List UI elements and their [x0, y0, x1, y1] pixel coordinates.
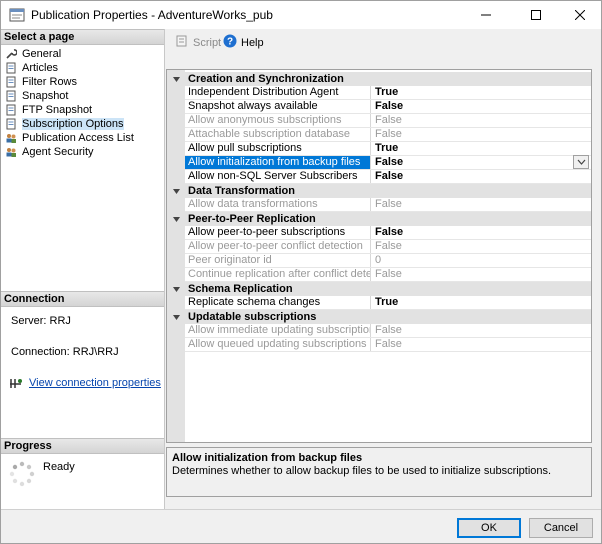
grid-gutter — [167, 70, 185, 442]
close-button[interactable] — [557, 1, 602, 29]
page-icon — [4, 76, 18, 88]
property-row: Allow immediate updating subscriptions F… — [185, 324, 591, 338]
page-item-label: Filter Rows — [22, 76, 78, 88]
minimize-button[interactable] — [463, 1, 509, 29]
collapse-icon[interactable] — [172, 285, 181, 294]
property-row: Allow data transformations False — [185, 198, 591, 212]
select-page-header: Select a page — [1, 29, 164, 45]
property-row: Allow queued updating subscriptions Fals… — [185, 338, 591, 352]
script-label: Script — [193, 36, 222, 49]
close-icon — [575, 10, 585, 20]
progress-spinner-icon — [9, 461, 35, 490]
page-item-label: Subscription Options — [22, 118, 124, 130]
minimize-icon — [481, 14, 491, 16]
window-title: Publication Properties - AdventureWorks_… — [31, 8, 273, 22]
page-item-agent-security[interactable]: Agent Security — [4, 145, 164, 159]
footer-divider — [1, 509, 601, 510]
property-row: Allow anonymous subscriptions False — [185, 114, 591, 128]
connection-properties-icon — [9, 377, 23, 389]
help-button[interactable]: ? Help — [223, 34, 264, 51]
page-item-label: Snapshot — [22, 90, 69, 102]
page-item-label: General — [22, 48, 62, 60]
page-item-filter-rows[interactable]: Filter Rows — [4, 75, 164, 89]
title-bar: Publication Properties - AdventureWorks_… — [1, 1, 601, 29]
property-value-dropdown[interactable]: False — [372, 155, 591, 169]
category-data-transformation[interactable]: Data Transformation — [173, 184, 591, 198]
script-icon — [175, 34, 189, 51]
page-item-label: Agent Security — [22, 146, 94, 158]
progress-status: Ready — [43, 461, 75, 473]
collapse-icon[interactable] — [172, 187, 181, 196]
description-text: Determines whether to allow backup files… — [172, 465, 552, 477]
progress-header: Progress — [1, 438, 164, 454]
view-connection-properties-link[interactable]: View connection properties — [29, 377, 161, 389]
users-icon — [4, 146, 18, 158]
property-row[interactable]: Independent Distribution Agent True — [185, 86, 591, 100]
property-row: Continue replication after conflict dete… — [185, 268, 591, 282]
description-title: Allow initialization from backup files — [172, 452, 363, 464]
users-icon — [4, 132, 18, 144]
cancel-button[interactable]: Cancel — [529, 518, 593, 538]
description-panel: Allow initialization from backup files D… — [166, 447, 592, 497]
property-row[interactable]: Snapshot always available False — [185, 100, 591, 114]
page-icon — [4, 118, 18, 130]
property-row-selected[interactable]: Allow initialization from backup files F… — [185, 155, 591, 170]
page-item-articles[interactable]: Articles — [4, 61, 164, 75]
dropdown-button[interactable] — [573, 155, 589, 169]
property-row: Attachable subscription database False — [185, 128, 591, 142]
ok-button[interactable]: OK — [457, 518, 521, 538]
property-row: Allow peer-to-peer conflict detection Fa… — [185, 240, 591, 254]
property-row: Peer originator id 0 — [185, 254, 591, 268]
category-creation-and-synchronization[interactable]: Creation and Synchronization — [173, 72, 591, 86]
app-icon — [9, 7, 25, 23]
collapse-icon[interactable] — [172, 215, 181, 224]
page-item-label: Publication Access List — [22, 132, 134, 144]
chevron-down-icon — [577, 159, 585, 165]
page-item-label: FTP Snapshot — [22, 104, 93, 116]
page-item-ftp-snapshot[interactable]: FTP Snapshot — [4, 103, 164, 117]
page-item-snapshot[interactable]: Snapshot — [4, 89, 164, 103]
collapse-icon[interactable] — [172, 75, 181, 84]
help-label: Help — [241, 36, 264, 49]
page-icon — [4, 90, 18, 102]
property-row[interactable]: Allow pull subscriptions True — [185, 142, 591, 156]
toolbar: Script ? Help — [165, 29, 601, 55]
maximize-icon — [531, 10, 541, 20]
wrench-icon — [4, 48, 18, 60]
page-icon — [4, 62, 18, 74]
left-panel: Select a page General Articles Filter Ro… — [1, 29, 165, 509]
category-updatable-subscriptions[interactable]: Updatable subscriptions — [173, 310, 591, 324]
svg-text:?: ? — [227, 37, 233, 48]
collapse-icon[interactable] — [172, 313, 181, 322]
dialog-window: Publication Properties - AdventureWorks_… — [0, 0, 602, 544]
page-item-general[interactable]: General — [4, 47, 164, 61]
server-label: Server: RRJ — [11, 315, 71, 327]
connection-label: Connection: RRJ\RRJ — [11, 346, 119, 358]
property-row[interactable]: Allow peer-to-peer subscriptions False — [185, 226, 591, 240]
page-item-label: Articles — [22, 62, 59, 74]
property-row[interactable]: Allow non-SQL Server Subscribers False — [185, 170, 591, 184]
property-row[interactable]: Replicate schema changes True — [185, 296, 591, 310]
property-grid: Creation and Synchronization Independent… — [166, 69, 592, 443]
page-item-publication-access-list[interactable]: Publication Access List — [4, 131, 164, 145]
connection-header: Connection — [1, 291, 164, 307]
page-item-subscription-options[interactable]: Subscription Options — [4, 117, 164, 131]
category-peer-to-peer-replication[interactable]: Peer-to-Peer Replication — [173, 212, 591, 226]
maximize-button[interactable] — [513, 1, 559, 29]
help-icon: ? — [223, 34, 237, 51]
page-icon — [4, 104, 18, 116]
category-schema-replication[interactable]: Schema Replication — [173, 282, 591, 296]
